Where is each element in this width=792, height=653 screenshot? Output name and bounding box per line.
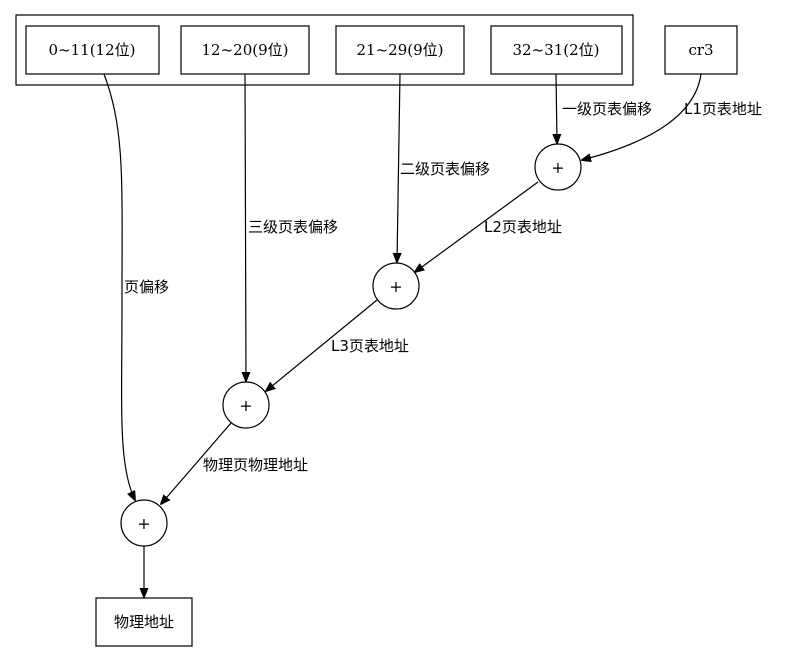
label-l1-address: L1页表地址 (684, 100, 762, 118)
label-l2-offset: 二级页表偏移 (400, 160, 490, 178)
label-l3-offset: 三级页表偏移 (248, 218, 338, 236)
label-l1-offset: 一级页表偏移 (562, 100, 652, 118)
address-field-label: 0~11(12位) (49, 41, 136, 59)
adder-symbol: + (551, 158, 564, 177)
label-l2-address: L2页表地址 (484, 218, 562, 236)
adder-2: + (372, 262, 420, 310)
physical-address-box: 物理地址 (95, 597, 193, 647)
label-physical-page-address: 物理页物理地址 (203, 456, 308, 474)
address-field-0-11: 0~11(12位) (25, 25, 160, 75)
address-field-21-29: 21~29(9位) (335, 25, 465, 75)
cr3-register: cr3 (664, 25, 738, 75)
adder-symbol: + (137, 514, 150, 533)
label-l3-address: L3页表地址 (331, 337, 409, 355)
address-field-32-31: 32~31(2位) (490, 25, 623, 75)
label-page-offset: 页偏移 (124, 278, 169, 296)
address-translation-diagram: 0~11(12位) 12~20(9位) 21~29(9位) 32~31(2位) … (15, 14, 762, 647)
edge-l1-offset (556, 73, 557, 143)
physical-address-label: 物理地址 (114, 613, 174, 631)
adder-4: + (120, 499, 168, 547)
adder-symbol: + (239, 396, 252, 415)
address-field-12-20: 12~20(9位) (180, 25, 310, 75)
adder-1: + (534, 143, 582, 191)
address-field-label: 32~31(2位) (513, 41, 600, 59)
adder-symbol: + (389, 277, 402, 296)
adder-3: + (222, 381, 270, 429)
address-field-label: 21~29(9位) (357, 41, 444, 59)
address-field-label: 12~20(9位) (202, 41, 289, 59)
cr3-label: cr3 (688, 41, 713, 59)
edge-l3-offset (245, 73, 246, 381)
